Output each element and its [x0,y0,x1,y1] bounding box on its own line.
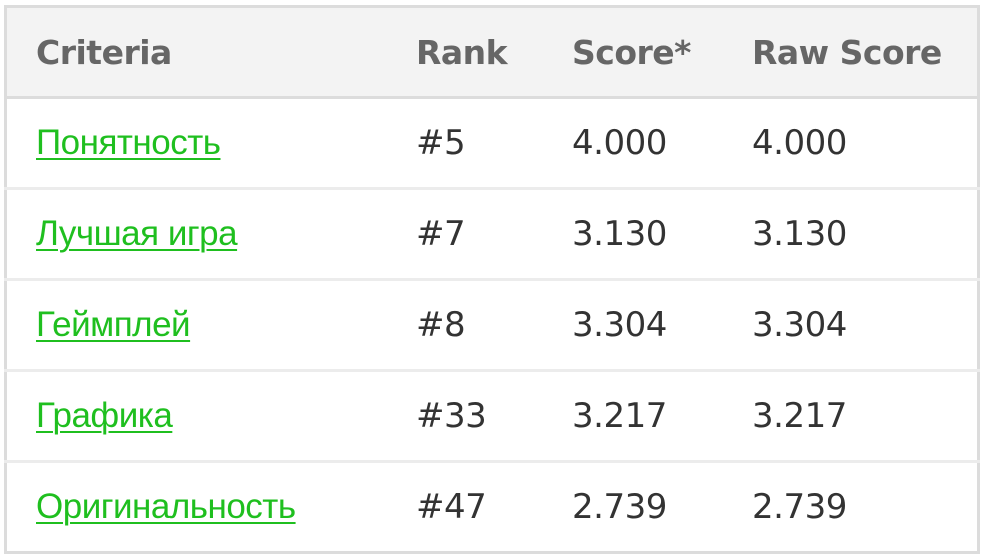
table-row: Лучшая игра #7 3.130 3.130 [5,188,979,280]
score-cell: 2.739 [572,487,667,527]
table-header-row: Criteria Rank Score* Raw Score [5,6,979,98]
header-criteria: Criteria [36,32,172,72]
criteria-cell: Графика [6,371,417,462]
table-row: Оригинальность #47 2.739 2.739 [5,461,979,553]
criteria-cell: Лучшая игра [6,189,417,280]
rank-cell: #8 [416,305,466,345]
criteria-cell: Геймплей [6,280,417,371]
header-score: Score* [572,32,691,72]
criteria-link[interactable]: Графика [36,396,173,435]
raw-score-cell: 4.000 [752,123,847,163]
score-cell: 3.217 [572,396,667,436]
table-row: Графика #33 3.217 3.217 [5,370,979,462]
rank-cell: #7 [416,214,466,254]
header-rank: Rank [416,32,508,72]
raw-score-cell: 3.130 [752,214,847,254]
score-cell: 3.130 [572,214,667,254]
table-row: Геймплей #8 3.304 3.304 [5,279,979,371]
criteria-cell: Оригинальность [6,462,417,553]
rank-cell: #5 [416,123,466,163]
header-raw-score: Raw Score [752,32,942,72]
score-cell: 3.304 [572,305,667,345]
criteria-link[interactable]: Оригинальность [36,487,296,526]
criteria-scores-table: Criteria Rank Score* Raw Score Понятност… [4,5,980,554]
criteria-link[interactable]: Геймплей [36,305,191,344]
table-row: Понятность #5 4.000 4.000 [6,98,979,189]
rank-cell: #47 [416,487,487,527]
raw-score-cell: 3.304 [752,305,847,345]
rank-cell: #33 [416,396,487,436]
raw-score-cell: 3.217 [752,396,847,436]
criteria-cell: Понятность [6,98,417,189]
criteria-link[interactable]: Понятность [36,123,221,162]
score-cell: 4.000 [572,123,667,163]
raw-score-cell: 2.739 [752,487,847,527]
criteria-link[interactable]: Лучшая игра [36,214,238,253]
